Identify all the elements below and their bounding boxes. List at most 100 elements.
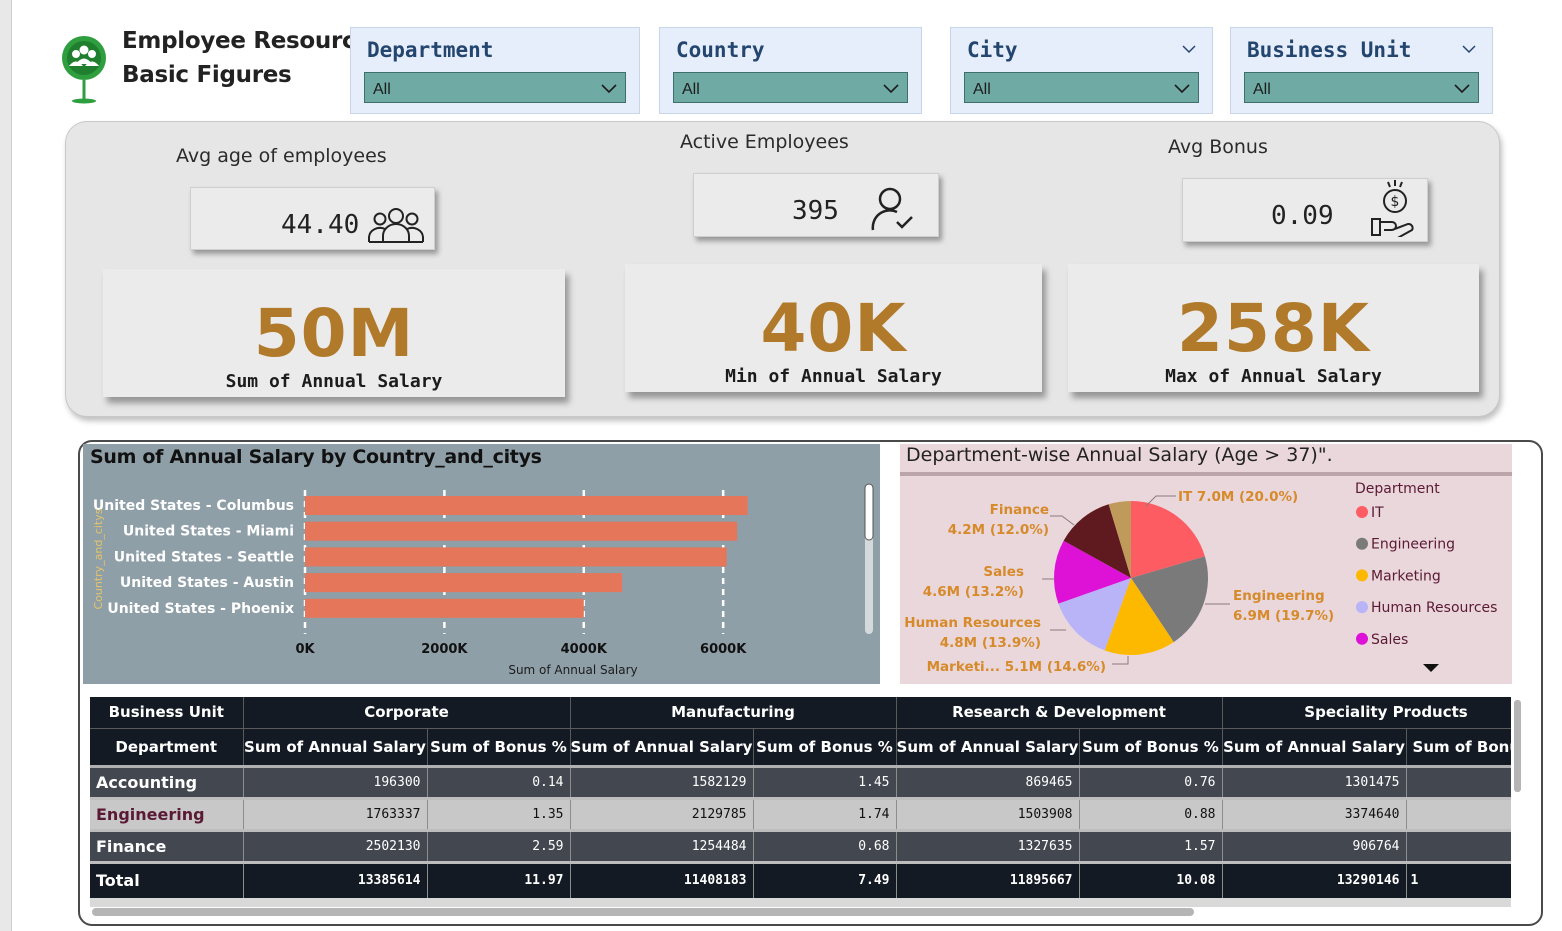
row-header: Accounting bbox=[90, 766, 244, 800]
money-hand-icon: $ bbox=[1371, 180, 1414, 237]
unit-header[interactable]: Manufacturing bbox=[570, 697, 897, 729]
cell: 1503908 bbox=[896, 798, 1080, 832]
cell: 1 bbox=[1406, 862, 1511, 898]
bar bbox=[305, 547, 727, 567]
cell: 196300 bbox=[243, 766, 428, 800]
legend-item: IT bbox=[1371, 505, 1384, 521]
big-value: 258K bbox=[1177, 290, 1370, 367]
measure-header[interactable]: Sum of Annual Salary bbox=[1222, 728, 1407, 768]
legend-scroll-down-icon bbox=[1423, 664, 1439, 672]
slicer-label: City bbox=[967, 38, 1018, 62]
salary-matrix: Business Unit Corporate Manufacturing Re… bbox=[90, 697, 1511, 907]
dropdown-value: All bbox=[1253, 81, 1271, 98]
table-row[interactable]: Finance 2502130 2.59 1254484 0.68 132763… bbox=[90, 830, 1511, 864]
cell: 1.74 bbox=[753, 798, 897, 832]
chevron-down-icon bbox=[601, 84, 617, 94]
measure-header[interactable]: Sum of Annual Salary bbox=[896, 728, 1080, 768]
unit-header[interactable]: Research & Development bbox=[896, 697, 1223, 729]
people-group-icon bbox=[368, 208, 424, 243]
cell: 1.45 bbox=[753, 766, 897, 800]
pie-data-label: Human Resources bbox=[904, 615, 1041, 631]
cell: 2.59 bbox=[427, 830, 571, 864]
legend-marker bbox=[1356, 506, 1368, 518]
unit-header[interactable]: Speciality Products bbox=[1222, 697, 1511, 729]
kpi-title-avg-age: Avg age of employees bbox=[176, 145, 387, 167]
cell: 13385614 bbox=[243, 862, 428, 898]
pie-data-label: 6.9M (19.7%) bbox=[1233, 608, 1334, 624]
cell: 0.88 bbox=[1079, 798, 1223, 832]
x-tick-label: 0K bbox=[295, 642, 315, 657]
row-header: Finance bbox=[90, 830, 244, 864]
business-unit-dropdown[interactable]: All bbox=[1244, 72, 1479, 103]
table-row[interactable]: Accounting 196300 0.14 1582129 1.45 8694… bbox=[90, 766, 1511, 800]
cell: 906764 bbox=[1222, 830, 1407, 864]
kpi-title-avg-bonus: Avg Bonus bbox=[1168, 136, 1268, 158]
cell bbox=[1406, 766, 1511, 800]
chevron-down-icon bbox=[883, 84, 899, 94]
dropdown-value: All bbox=[373, 81, 391, 98]
y-tick-label: United States - Austin bbox=[120, 575, 294, 591]
city-dropdown[interactable]: All bbox=[964, 72, 1199, 103]
kpi-value: 44.40 bbox=[281, 210, 360, 240]
kpi-card-avg-age: 44.40 bbox=[190, 187, 435, 250]
legend-item: Engineering bbox=[1371, 537, 1455, 553]
cell: 10.08 bbox=[1079, 862, 1223, 898]
bar bbox=[305, 598, 584, 618]
slicer-city: City All bbox=[950, 27, 1213, 114]
legend-item: Human Resources bbox=[1371, 600, 1497, 616]
cell: 2129785 bbox=[570, 798, 754, 832]
table-row[interactable]: Engineering 1763337 1.35 2129785 1.74 15… bbox=[90, 798, 1511, 832]
corner-business-unit: Business Unit bbox=[90, 697, 244, 729]
department-dropdown[interactable]: All bbox=[364, 72, 626, 103]
legend-marker bbox=[1356, 601, 1368, 614]
cell bbox=[1406, 798, 1511, 832]
legend-item: Sales bbox=[1371, 632, 1408, 648]
country-dropdown[interactable]: All bbox=[673, 72, 908, 103]
measure-header[interactable]: Sum of Annual Salary bbox=[570, 728, 754, 768]
slicer-label: Country bbox=[676, 38, 765, 62]
row-header: Engineering bbox=[90, 798, 244, 832]
cell: 0.14 bbox=[427, 766, 571, 800]
big-label: Max of Annual Salary bbox=[1165, 366, 1382, 387]
kpi-value: 395 bbox=[792, 196, 839, 226]
measure-header[interactable]: Sum of Bonu bbox=[1406, 728, 1511, 768]
big-label: Min of Annual Salary bbox=[725, 366, 942, 387]
vertical-scrollbar[interactable] bbox=[1514, 700, 1521, 792]
dropdown-value: All bbox=[973, 81, 991, 98]
legend-title: Department bbox=[1355, 481, 1440, 497]
left-rail bbox=[0, 0, 12, 931]
horizontal-scrollbar[interactable] bbox=[92, 908, 1194, 916]
cell: 0.68 bbox=[753, 830, 897, 864]
measure-header[interactable]: Sum of Bonus % bbox=[753, 728, 897, 768]
measure-header[interactable]: Sum of Bonus % bbox=[427, 728, 571, 768]
dashboard-title: Employee Resource bbox=[122, 28, 371, 54]
kpi-sum-annual-salary: 50M Sum of Annual Salary bbox=[103, 269, 565, 397]
team-tree-icon bbox=[62, 36, 106, 104]
slicer-label: Business Unit bbox=[1247, 38, 1412, 62]
pie-data-label: Marketi... 5.1M (14.6%) bbox=[927, 659, 1106, 675]
slicer-business-unit: Business Unit All bbox=[1230, 27, 1493, 114]
unit-header[interactable]: Corporate bbox=[243, 697, 571, 729]
chevron-down-icon[interactable] bbox=[1462, 42, 1476, 56]
cell: 1582129 bbox=[570, 766, 754, 800]
cell: 3374640 bbox=[1222, 798, 1407, 832]
chevron-down-icon[interactable] bbox=[1182, 42, 1196, 56]
bar-chart-svg: 0K 2000K 4000K 6000K United States - Columbu… bbox=[92, 483, 874, 677]
measure-header[interactable]: Sum of Bonus % bbox=[1079, 728, 1223, 768]
kpi-title-active-employees: Active Employees bbox=[680, 131, 849, 153]
cell: 11895667 bbox=[896, 862, 1080, 898]
cell: 1327635 bbox=[896, 830, 1080, 864]
y-tick-label: United States - Seattle bbox=[114, 549, 294, 565]
y-tick-label: United States - Miami bbox=[123, 524, 294, 540]
dashboard-subtitle: Basic Figures bbox=[122, 62, 292, 88]
big-value: 50M bbox=[253, 295, 415, 372]
kpi-min-annual-salary: 40K Min of Annual Salary bbox=[625, 264, 1042, 392]
cell: 11408183 bbox=[570, 862, 754, 898]
legend-item: Marketing bbox=[1371, 568, 1441, 584]
y-axis-title: Country_and_citys bbox=[92, 508, 105, 609]
cell: 1.57 bbox=[1079, 830, 1223, 864]
cell: 1254484 bbox=[570, 830, 754, 864]
measure-header[interactable]: Sum of Annual Salary bbox=[243, 728, 428, 768]
user-check-icon bbox=[871, 187, 913, 231]
y-tick-label: United States - Phoenix bbox=[107, 601, 294, 617]
